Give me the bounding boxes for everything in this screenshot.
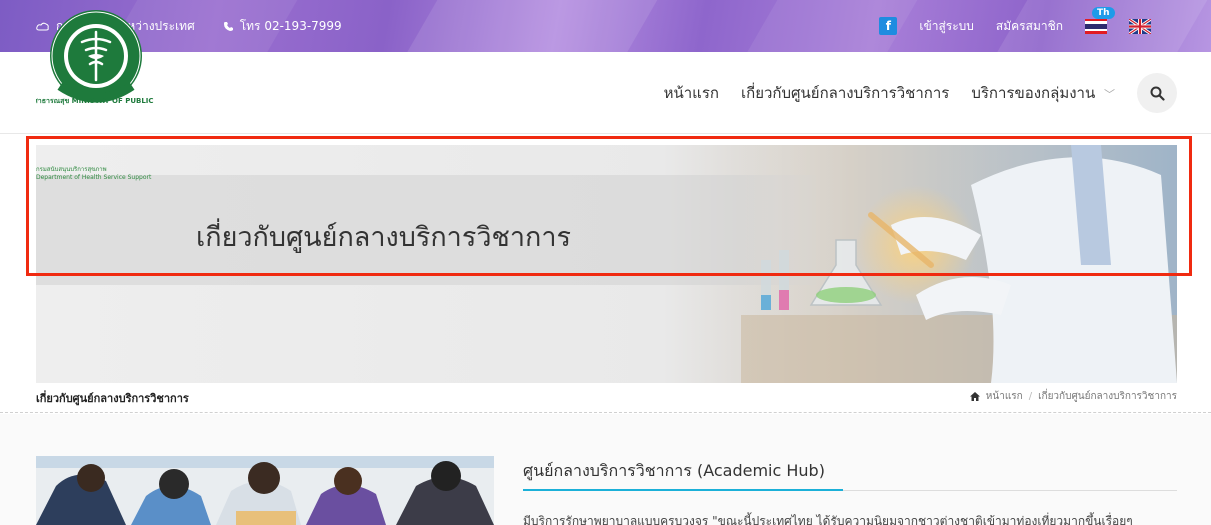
title-underline-accent	[523, 489, 843, 491]
breadcrumb-bar: เกี่ยวกับศูนย์กลางบริการวิชาการ หน้าแรก …	[0, 383, 1211, 413]
breadcrumb: หน้าแรก / เกี่ยวกับศูนย์กลางบริการวิชากา…	[969, 389, 1177, 404]
search-button[interactable]	[1137, 73, 1177, 113]
uk-flag-icon[interactable]	[1129, 18, 1151, 34]
phone-link[interactable]: โทร 02-193-7999	[223, 17, 342, 36]
section-title: ศูนย์กลางบริการวิชาการ (Academic Hub)	[523, 461, 825, 480]
top-bar: กองสุขภาพระหว่างประเทศ โทร 02-193-7999 f…	[0, 0, 1211, 52]
logo-ring-text: กระทรวงสาธารณสุข MINISTRY OF PUBLIC HEAL…	[36, 97, 156, 105]
chevron-down-icon: ﹀	[1104, 88, 1115, 101]
breadcrumb-current: เกี่ยวกับศูนย์กลางบริการวิชาการ	[1038, 391, 1177, 402]
logo-caption: กรมสนับสนุนบริการสุขภาพ Department of He…	[36, 166, 151, 182]
breadcrumb-home[interactable]: หน้าแรก	[986, 389, 1023, 404]
breadcrumb-separator: /	[1028, 391, 1033, 402]
logo-caption-en: Department of Health Service Support	[36, 174, 152, 181]
language-badge: Th	[1092, 6, 1115, 19]
page-title: เกี่ยวกับศูนย์กลางบริการวิชาการ	[36, 392, 189, 405]
register-link[interactable]: สมัครสมาชิก	[996, 17, 1063, 36]
meeting-photo	[36, 456, 494, 525]
title-underline	[843, 490, 1177, 491]
highlight-box	[26, 136, 1192, 276]
site-header: หน้าแรก เกี่ยวกับศูนย์กลางบริการวิชาการ …	[0, 52, 1211, 134]
decor-facet	[391, 0, 669, 52]
search-icon	[1150, 86, 1165, 101]
phone-label: โทร 02-193-7999	[239, 18, 342, 33]
main-nav: หน้าแรก เกี่ยวกับศูนย์กลางบริการวิชาการ …	[664, 52, 1177, 134]
nav-services[interactable]: บริการของกลุ่มงาน ﹀	[971, 81, 1115, 105]
intro-paragraph: มีบริการรักษาพยาบาลแบบครบวงจร "ขณะนี้ประ…	[523, 514, 1133, 525]
home-icon[interactable]	[969, 392, 980, 401]
nav-home[interactable]: หน้าแรก	[664, 81, 719, 105]
logo-caption-th: กรมสนับสนุนบริการสุขภาพ	[36, 166, 107, 173]
facebook-icon[interactable]: f	[879, 17, 898, 35]
thai-flag-icon[interactable]: Th	[1085, 6, 1115, 34]
nav-about[interactable]: เกี่ยวกับศูนย์กลางบริการวิชาการ	[741, 81, 949, 105]
ministry-logo[interactable]: กระทรวงสาธารณสุข MINISTRY OF PUBLIC HEAL…	[36, 6, 156, 126]
nav-services-label: บริการของกลุ่มงาน	[971, 84, 1096, 102]
phone-icon	[223, 21, 233, 31]
login-link[interactable]: เข้าสู่ระบบ	[919, 17, 974, 36]
